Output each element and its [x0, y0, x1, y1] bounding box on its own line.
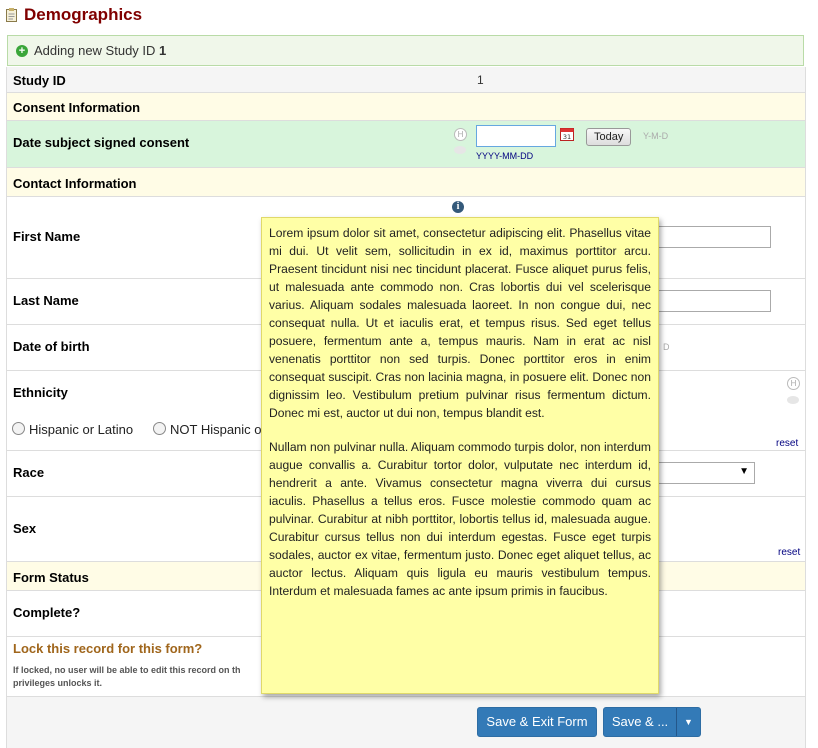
section-contact: Contact Information	[7, 168, 805, 197]
date-format-hint: Y-M-D	[643, 131, 669, 141]
plus-circle-icon: +	[16, 44, 28, 57]
date-format-below: YYYY-MM-DD	[476, 151, 534, 161]
caret-down-icon[interactable]: ▼	[677, 708, 700, 736]
banner-text: Adding new Study ID	[34, 43, 156, 58]
ethnicity-radio-hispanic[interactable]	[12, 422, 25, 435]
note-paragraph: Nullam non pulvinar nulla. Aliquam commo…	[269, 440, 651, 598]
race-label: Race	[13, 465, 45, 480]
calendar-icon[interactable]: 31	[560, 127, 574, 141]
save-more-button-group: Save & ... ▼	[603, 707, 701, 737]
history-h-icon[interactable]: H	[787, 377, 800, 390]
comment-bubble-icon[interactable]	[787, 396, 799, 404]
section-consent-title: Consent Information	[13, 100, 141, 115]
save-more-button[interactable]: Save & ...	[604, 708, 676, 736]
study-id-label: Study ID	[13, 73, 66, 88]
lock-title: Lock this record for this form?	[13, 641, 203, 656]
section-form-status-title: Form Status	[13, 570, 89, 585]
page-header: Demographics	[6, 4, 142, 26]
consent-date-row: Date subject signed consent H 31 Today Y…	[7, 121, 805, 168]
comment-bubble-icon[interactable]	[454, 146, 466, 154]
note-paragraph: Lorem ipsum dolor sit amet, consectetur …	[269, 226, 651, 420]
save-row: Save & Exit Form Save & ... ▼	[7, 697, 805, 748]
ethnicity-reset-link[interactable]: reset	[776, 438, 798, 449]
ethnicity-radio-not-hispanic[interactable]	[153, 422, 166, 435]
consent-date-input[interactable]	[476, 125, 556, 147]
dob-format-hint: D	[663, 342, 670, 352]
caret-down-icon: ▼	[739, 466, 749, 477]
ethnicity-option-not-hispanic: NOT Hispanic o	[170, 422, 262, 437]
ethnicity-label: Ethnicity	[13, 385, 68, 400]
study-id-value: 1	[477, 73, 484, 87]
lock-description: If locked, no user will be able to edit …	[13, 665, 241, 688]
sex-reset-link[interactable]: reset	[778, 547, 800, 558]
banner-record-id: 1	[159, 43, 167, 58]
section-contact-title: Contact Information	[13, 176, 137, 191]
first-name-input[interactable]	[657, 226, 771, 248]
last-name-label: Last Name	[13, 293, 79, 308]
field-note-popup: Lorem ipsum dolor sit amet, consectetur …	[261, 217, 659, 694]
consent-date-label: Date subject signed consent	[13, 135, 190, 150]
sex-label: Sex	[13, 521, 37, 536]
save-exit-button[interactable]: Save & Exit Form	[477, 707, 597, 737]
new-record-banner: + Adding new Study ID 1	[7, 35, 804, 66]
first-name-label: First Name	[13, 229, 81, 244]
ethnicity-option-hispanic: Hispanic or Latino	[29, 422, 134, 437]
study-id-row: Study ID 1	[7, 67, 805, 93]
page-title: Demographics	[24, 5, 143, 24]
last-name-input[interactable]	[657, 290, 771, 312]
history-h-icon[interactable]: H	[454, 128, 467, 141]
today-button[interactable]: Today	[586, 128, 632, 146]
svg-text:31: 31	[563, 133, 571, 141]
form-icon	[6, 8, 18, 22]
complete-label: Complete?	[13, 605, 81, 620]
section-consent: Consent Information	[7, 93, 805, 121]
info-icon[interactable]: i	[452, 201, 464, 213]
race-select[interactable]: ▼	[657, 462, 755, 484]
dob-label: Date of birth	[13, 339, 90, 354]
